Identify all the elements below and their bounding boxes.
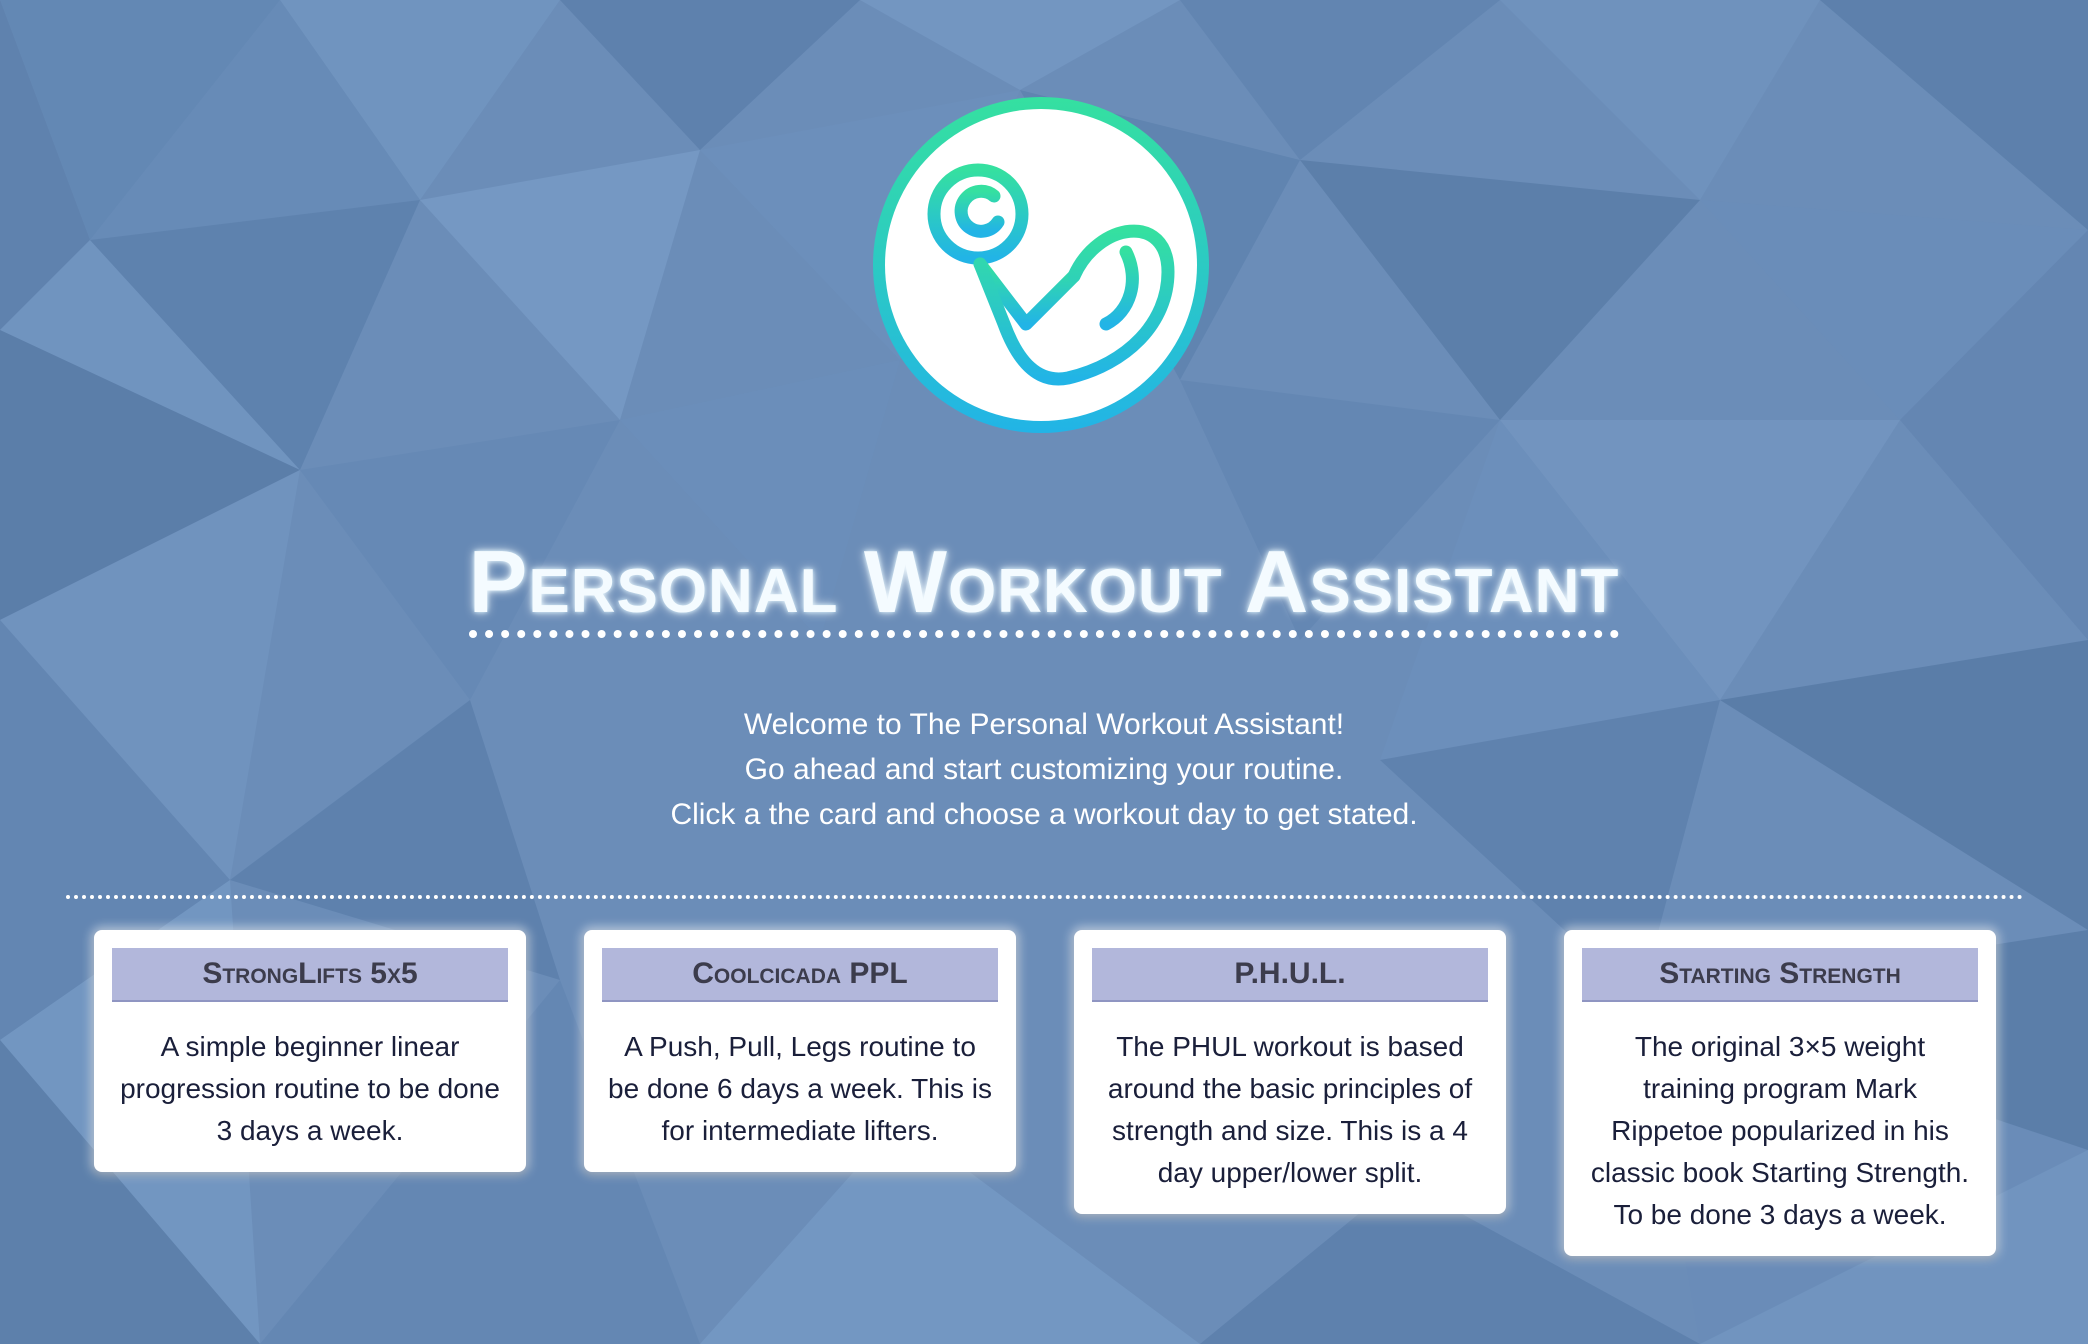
card-description-line: The original 3×5 weight <box>1634 1031 1926 1062</box>
welcome-line-1: Welcome to The Personal Workout Assistan… <box>743 708 1345 741</box>
card-description-line: To be done 3 days a week. <box>1613 1199 1947 1230</box>
card-phul[interactable]: P.H.U.L. The PHUL workout is based aroun… <box>1074 930 1506 1214</box>
card-description: The PHUL workout is based around the bas… <box>1092 1026 1488 1194</box>
card-description-line: day upper/lower split. <box>1157 1157 1423 1188</box>
card-description: A Push, Pull, Legs routine to be done 6 … <box>602 1026 998 1152</box>
card-title: Coolcicada PPL <box>602 948 998 1002</box>
welcome-message: Welcome to The Personal Workout Assistan… <box>0 702 2088 837</box>
section-divider <box>66 895 2024 899</box>
card-description-line: be done 6 days a week. This is <box>608 1073 992 1104</box>
card-description-line: for intermediate lifters. <box>661 1115 939 1146</box>
card-description: A simple beginner linear progression rou… <box>112 1026 508 1152</box>
flexed-arm-dumbbell-icon <box>873 97 1209 433</box>
card-starting-strength[interactable]: Starting Strength The original 3×5 weigh… <box>1564 930 1996 1256</box>
welcome-line-2: Go ahead and start customizing your rout… <box>744 753 1344 786</box>
page-title-text: Personal Workout Assistant <box>468 536 1620 638</box>
card-description-line: The PHUL workout is based <box>1116 1031 1464 1062</box>
card-description-line: A Push, Pull, Legs routine to <box>624 1031 976 1062</box>
card-coolcicada-ppl[interactable]: Coolcicada PPL A Push, Pull, Legs routin… <box>584 930 1016 1172</box>
card-description-line: around the basic principles of <box>1107 1073 1473 1104</box>
card-description-line: 3 days a week. <box>216 1115 404 1146</box>
card-description-line: classic book Starting Strength. <box>1590 1157 1970 1188</box>
card-title: Starting Strength <box>1582 948 1978 1002</box>
card-title: StrongLifts 5x5 <box>112 948 508 1002</box>
card-description-line: A simple beginner linear <box>160 1031 460 1062</box>
card-description-line: strength and size. This is a 4 <box>1112 1115 1468 1146</box>
card-description: The original 3×5 weight training program… <box>1582 1026 1978 1236</box>
app-logo <box>868 92 1214 438</box>
card-title: P.H.U.L. <box>1092 948 1488 1002</box>
welcome-line-3: Click a the card and choose a workout da… <box>670 798 1418 831</box>
page-title: Personal Workout Assistant <box>0 536 2088 638</box>
card-stronglifts[interactable]: StrongLifts 5x5 A simple beginner linear… <box>94 930 526 1172</box>
card-description-line: training program Mark <box>1643 1073 1917 1104</box>
card-description-line: Rippetoe popularized in his <box>1611 1115 1949 1146</box>
card-description-line: progression routine to be done <box>120 1073 500 1104</box>
